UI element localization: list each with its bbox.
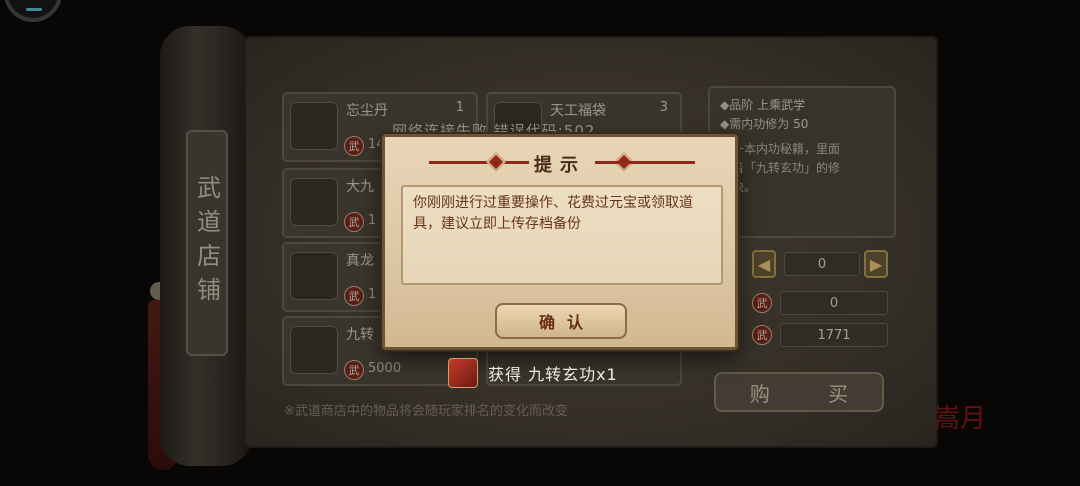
prompt-dialog: 提示 你刚刚进行过重要操作、花费过元宝或领取道具，建议立即上传存档备份 确认 [382, 134, 738, 350]
dialog-title: 提示 [534, 155, 586, 176]
title-decoration [595, 161, 695, 164]
dialog-message: 你刚刚进行过重要操作、花费过元宝或领取道具，建议立即上传存档备份 [401, 185, 723, 285]
obtain-toast: 获得 九转玄功x1 [448, 358, 618, 388]
obtain-text: 获得 九转玄功x1 [488, 365, 618, 384]
book-icon [448, 358, 478, 388]
confirm-button[interactable]: 确认 [495, 303, 627, 339]
